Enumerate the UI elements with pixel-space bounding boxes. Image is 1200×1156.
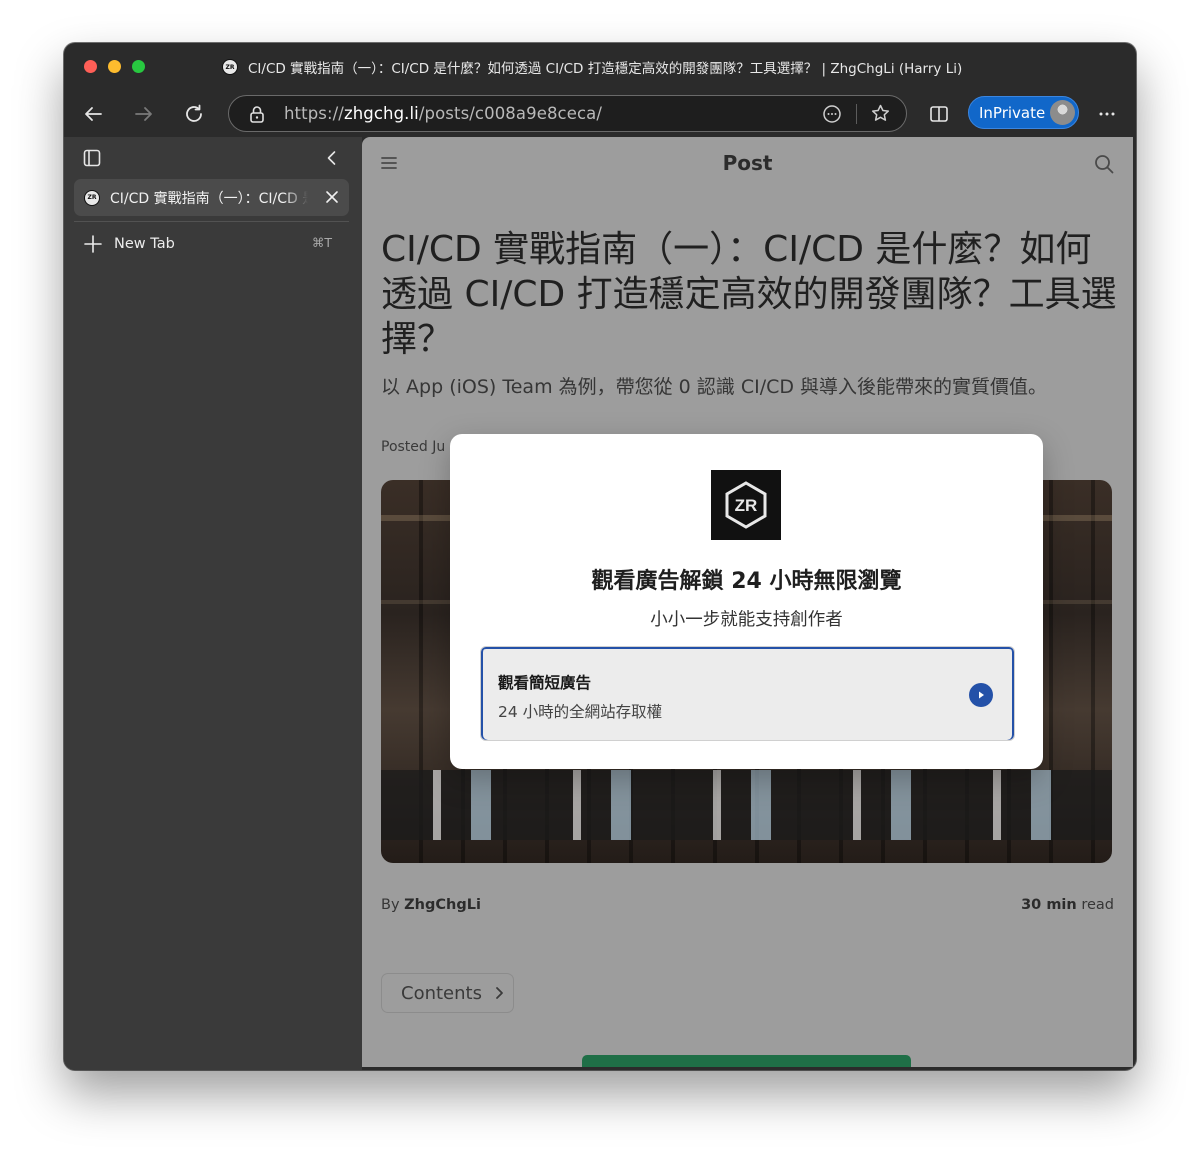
- reload-button[interactable]: [179, 99, 209, 129]
- inprivate-button[interactable]: InPrivate: [968, 96, 1079, 129]
- browser-window: ZR CI/CD 實戰指南（一）：CI/CD 是什麼？如何透過 CI/CD 打造…: [64, 43, 1136, 1070]
- read-time: 30 min read: [1021, 897, 1114, 913]
- collapse-sidebar-icon[interactable]: [322, 148, 342, 168]
- tab-actions-icon[interactable]: [82, 148, 102, 168]
- vertical-tabs-sidebar: ZR CI/CD 實戰指南（一）：CI/CD 是什麼？如何透過 CI/CD 打造…: [64, 137, 362, 1070]
- sidebar-divider: [74, 221, 349, 222]
- window-title-text: CI/CD 實戰指南（一）：CI/CD 是什麼？如何透過 CI/CD 打造穩定高…: [248, 61, 963, 77]
- minimize-window-button[interactable]: [108, 60, 121, 73]
- modal-heading: 觀看廣告解鎖 24 小時無限瀏覽: [591, 569, 902, 594]
- bottom-banner-bar: [582, 1055, 911, 1067]
- more-menu-button[interactable]: [1092, 99, 1122, 129]
- zr-logo-icon: ZR: [711, 470, 781, 540]
- modal-subheading: 小小一步就能支持創作者: [650, 610, 843, 630]
- address-bar[interactable]: https://zhgchg.li/posts/c008a9e8ceca/: [228, 95, 907, 132]
- arrow-right-icon: [135, 107, 152, 121]
- new-tab-button[interactable]: New Tab ⌘T: [82, 233, 332, 255]
- watch-ad-title: 觀看簡短廣告: [498, 674, 592, 692]
- article-title: CI/CD 實戰指南（一）：CI/CD 是什麼？如何透過 CI/CD 打造穩定高…: [381, 229, 1117, 360]
- contents-label: Contents: [401, 982, 482, 1004]
- svg-text:ZR: ZR: [735, 496, 758, 515]
- star-favorite-icon[interactable]: [870, 103, 891, 124]
- address-bar-divider: [856, 104, 857, 124]
- inprivate-label: InPrivate: [979, 103, 1046, 122]
- new-tab-shortcut: ⌘T: [311, 235, 332, 250]
- close-window-button[interactable]: [84, 60, 97, 73]
- profile-avatar: [1050, 100, 1075, 125]
- watch-ad-description: 24 小時的全網站存取權: [498, 703, 663, 721]
- back-button[interactable]: [78, 99, 108, 129]
- more-horizontal-icon: [1099, 112, 1115, 116]
- sidebar-tab-title: CI/CD 實戰指南（一）：CI/CD 是什麼？如何透過 CI/CD 打造穩定高…: [110, 190, 308, 207]
- chevron-right-icon: [496, 987, 503, 999]
- zoom-window-button[interactable]: [132, 60, 145, 73]
- lock-icon[interactable]: [248, 105, 266, 124]
- search-icon[interactable]: [1093, 153, 1115, 175]
- contents-button[interactable]: Contents: [381, 973, 514, 1013]
- zhgchgli-logo-icon: ZR: [222, 59, 238, 75]
- title-bar: ZR CI/CD 實戰指南（一）：CI/CD 是什麼？如何透過 CI/CD 打造…: [64, 43, 1136, 91]
- emoji-reader-icon[interactable]: [822, 104, 842, 124]
- page-header-title: Post: [722, 151, 773, 175]
- browser-toolbar: https://zhgchg.li/posts/c008a9e8ceca/ In…: [64, 91, 1136, 137]
- arrow-left-icon: [85, 107, 102, 121]
- window-title: ZR CI/CD 實戰指南（一）：CI/CD 是什麼？如何透過 CI/CD 打造…: [222, 57, 962, 77]
- new-tab-label: New Tab: [114, 236, 175, 252]
- author-link[interactable]: ZhgChgLi: [404, 897, 481, 913]
- forward-button[interactable]: [129, 99, 159, 129]
- watch-ad-option[interactable]: 觀看簡短廣告 24 小時的全網站存取權: [480, 646, 1015, 741]
- posted-date: Posted Ju: [381, 439, 446, 455]
- reload-icon: [186, 104, 202, 122]
- split-screen-button[interactable]: [924, 99, 954, 129]
- zhgchgli-logo-icon: ZR: [84, 189, 100, 206]
- split-screen-icon: [930, 106, 948, 122]
- play-icon[interactable]: [969, 683, 993, 707]
- close-tab-icon[interactable]: [323, 188, 341, 206]
- ad-unlock-modal: ZR 觀看廣告解鎖 24 小時無限瀏覽 小小一步就能支持創作者 觀看簡短廣告 2…: [450, 434, 1043, 769]
- author-byline: By ZhgChgLi: [381, 897, 481, 913]
- url-text[interactable]: https://zhgchg.li/posts/c008a9e8ceca/: [284, 104, 602, 123]
- article-subtitle: 以 App (iOS) Team 為例，帶您從 0 認識 CI/CD 與導入後能…: [381, 376, 1048, 398]
- plus-icon: [84, 235, 102, 253]
- sidebar-tab-active[interactable]: ZR CI/CD 實戰指南（一）：CI/CD 是什麼？如何透過 CI/CD 打造…: [74, 179, 349, 216]
